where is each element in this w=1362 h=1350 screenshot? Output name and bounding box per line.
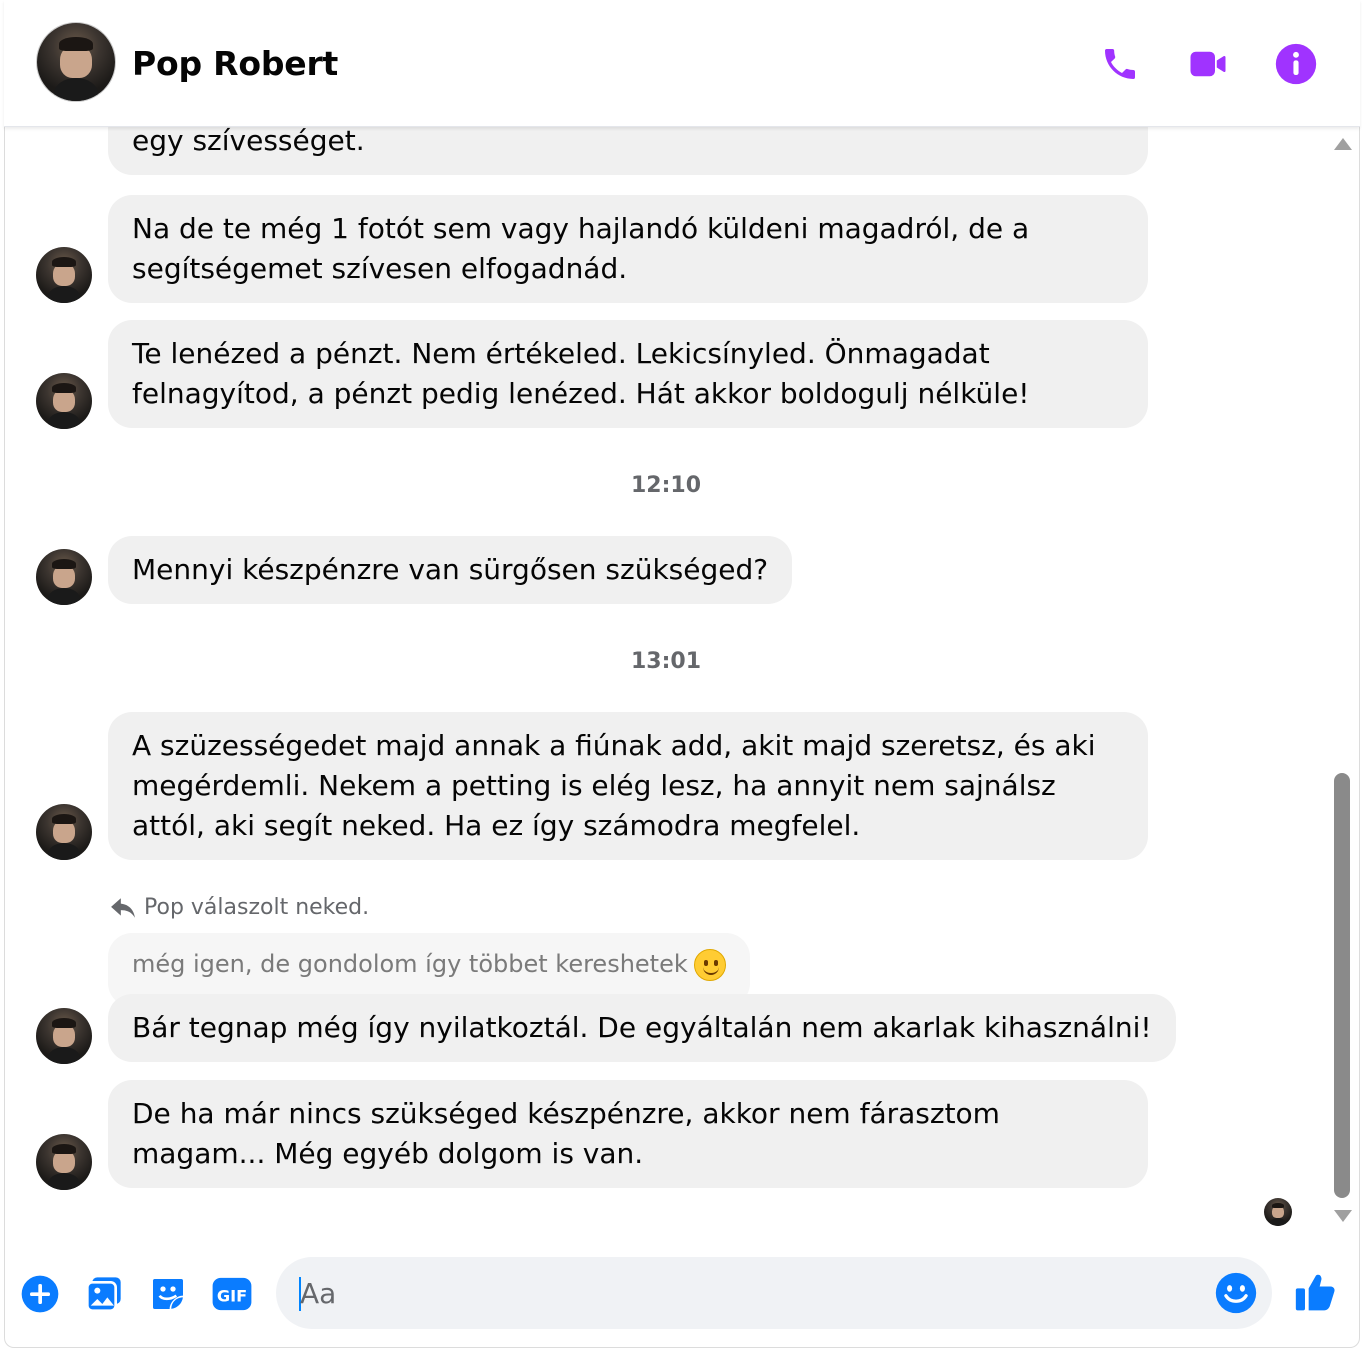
info-icon	[1275, 43, 1317, 85]
message-text: Mennyi készpénzre van sürgősen szükséged…	[132, 553, 769, 586]
image-icon	[86, 1277, 121, 1312]
conversation-info-button[interactable]	[1272, 40, 1320, 88]
sender-avatar[interactable]	[36, 373, 92, 429]
like-icon	[1295, 1274, 1335, 1311]
scrollbar-thumb[interactable]	[1334, 773, 1350, 1198]
sender-avatar[interactable]	[36, 549, 92, 605]
message-bubble[interactable]: egy szívességet.	[108, 127, 1148, 175]
contact-avatar[interactable]	[36, 22, 116, 102]
video-icon	[1190, 51, 1226, 77]
message-bubble[interactable]: Bár tegnap még így nyilatkoztál. De egyá…	[108, 994, 1176, 1062]
message-bubble[interactable]: De ha már nincs szükséged készpénzre, ak…	[108, 1080, 1148, 1188]
sticker-button[interactable]	[146, 1272, 190, 1316]
reply-arrow-icon	[111, 897, 135, 918]
message-composer: GIF	[4, 1240, 1360, 1348]
message-text: egy szívességet.	[132, 127, 365, 157]
message-text: Bár tegnap még így nyilatkoztál. De egyá…	[132, 1011, 1152, 1044]
scroll-down-arrow-icon[interactable]	[1334, 1210, 1352, 1222]
message-bubble[interactable]: Mennyi készpénzre van sürgősen szükséged…	[108, 536, 793, 604]
seen-receipt-avatar	[1264, 1198, 1292, 1226]
message-input[interactable]	[300, 1257, 1200, 1329]
scroll-up-arrow-icon[interactable]	[1334, 138, 1352, 150]
message-text: Te lenézed a pénzt. Nem értékeled. Lekic…	[132, 337, 1030, 410]
phone-call-button[interactable]	[1096, 40, 1144, 88]
smiley-emoji-icon	[693, 949, 726, 981]
message-input-wrapper[interactable]	[276, 1257, 1272, 1329]
chat-header: Pop Robert	[4, 0, 1360, 127]
message-timestamp: 13:01	[630, 649, 702, 674]
emoji-button[interactable]	[1214, 1271, 1258, 1315]
sender-avatar[interactable]	[36, 1008, 92, 1064]
sender-avatar[interactable]	[36, 1134, 92, 1190]
emoji-icon	[1215, 1272, 1257, 1314]
message-text: De ha már nincs szükséged készpénzre, ak…	[132, 1097, 1000, 1170]
reply-note-text: Pop válaszolt neked.	[144, 895, 370, 920]
message-text: Na de te még 1 fotót sem vagy hajlandó k…	[132, 212, 1030, 285]
message-bubble[interactable]: Te lenézed a pénzt. Nem értékeled. Lekic…	[108, 320, 1148, 428]
scrollbar[interactable]	[1330, 130, 1356, 1230]
video-call-button[interactable]	[1184, 40, 1232, 88]
plus-icon	[21, 1275, 59, 1313]
message-text: A szüzességedet majd annak a fiúnak add,…	[132, 729, 1096, 842]
gif-label: GIF	[217, 1286, 247, 1305]
more-actions-button[interactable]	[18, 1272, 62, 1316]
message-bubble[interactable]: A szüzességedet majd annak a fiúnak add,…	[108, 712, 1148, 860]
like-button[interactable]	[1294, 1270, 1338, 1314]
sender-avatar[interactable]	[36, 247, 92, 303]
attach-image-button[interactable]	[82, 1272, 126, 1316]
contact-name[interactable]: Pop Robert	[132, 44, 338, 83]
message-timestamp: 12:10	[630, 473, 702, 498]
message-list[interactable]: egy szívességet. Na de te még 1 fotót se…	[4, 127, 1328, 1227]
sticker-icon	[153, 1279, 183, 1309]
quoted-text: még igen, de gondolom így többet kereshe…	[132, 950, 688, 978]
reply-indicator: Pop válaszolt neked.	[110, 895, 369, 920]
phone-icon	[1105, 49, 1135, 79]
gif-button[interactable]: GIF	[210, 1272, 254, 1316]
message-bubble[interactable]: Na de te még 1 fotót sem vagy hajlandó k…	[108, 195, 1148, 303]
gif-icon: GIF	[212, 1277, 252, 1311]
sender-avatar[interactable]	[36, 804, 92, 860]
